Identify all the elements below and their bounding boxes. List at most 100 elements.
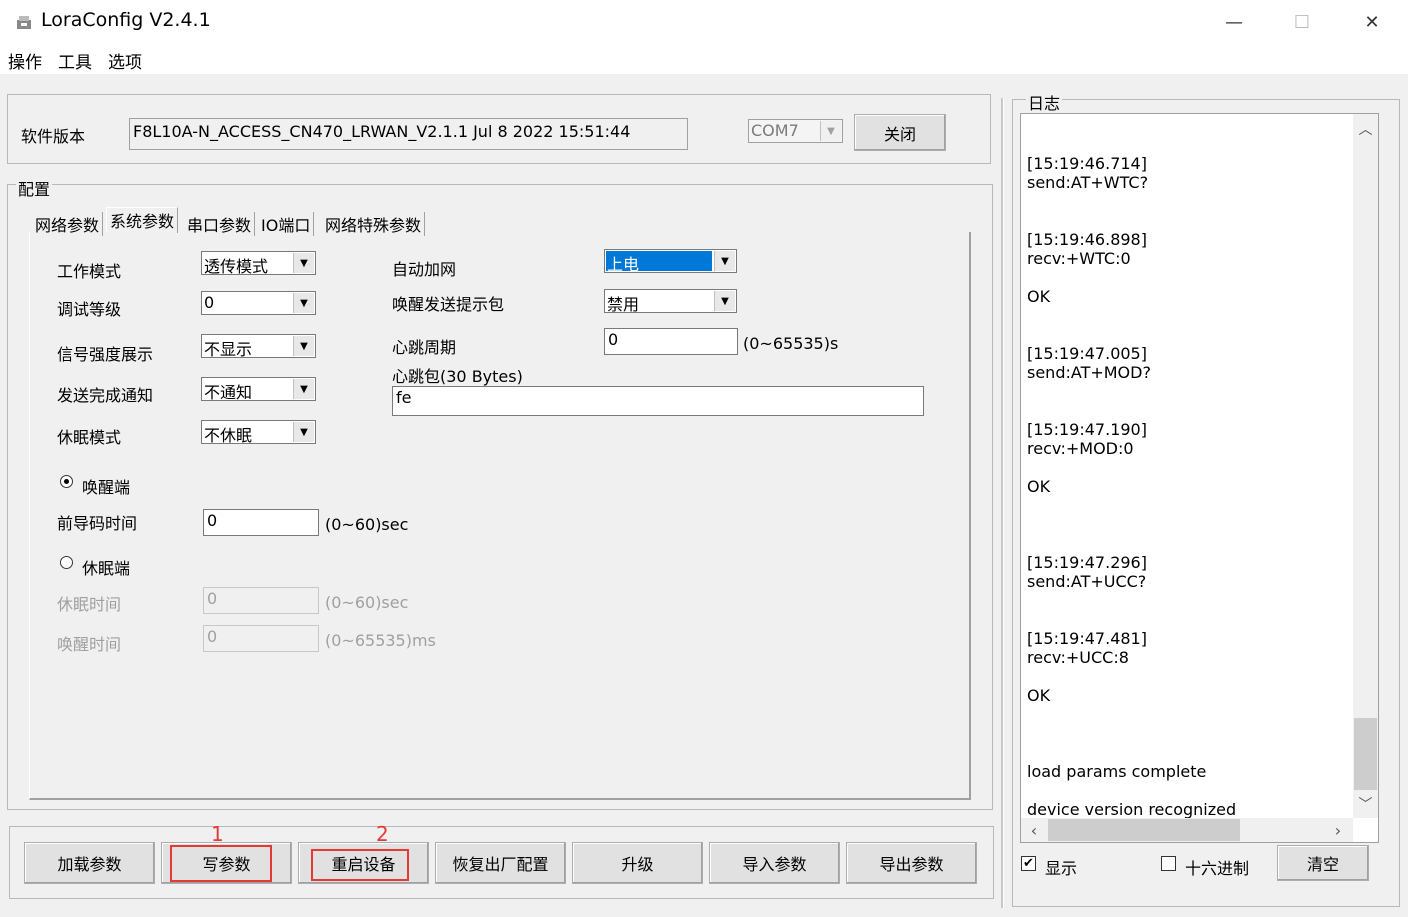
tab-io[interactable]: IO端口 bbox=[258, 212, 315, 236]
heartbeat-packet-input[interactable]: fe bbox=[392, 386, 924, 416]
log-line: OK bbox=[1027, 686, 1051, 705]
export-params-button[interactable]: 导出参数 bbox=[846, 842, 977, 884]
wake-time-input[interactable]: 0 bbox=[203, 625, 319, 652]
port-select[interactable]: COM7 ▼ bbox=[748, 119, 843, 143]
tab-serial[interactable]: 串口参数 bbox=[184, 212, 256, 236]
panel-splitter[interactable] bbox=[1001, 98, 1004, 908]
scroll-right-icon[interactable]: › bbox=[1327, 818, 1349, 842]
chevron-down-icon: ▼ bbox=[293, 336, 314, 356]
tab-network[interactable]: 网络参数 bbox=[32, 212, 104, 236]
log-line: OK bbox=[1027, 477, 1051, 496]
debug-level-label: 调试等级 bbox=[57, 300, 122, 319]
sleep-time-unit: (0~60)sec bbox=[325, 593, 409, 612]
wake-time-unit: (0~65535)ms bbox=[325, 631, 436, 650]
port-value: COM7 bbox=[751, 121, 799, 140]
heartbeat-packet-label: 心跳包(30 Bytes) bbox=[392, 367, 523, 386]
send-notify-value: 不通知 bbox=[204, 383, 253, 402]
auto-join-select[interactable]: 上电 ▼ bbox=[604, 249, 737, 274]
log-line: OK bbox=[1027, 287, 1051, 306]
auto-join-label: 自动加网 bbox=[392, 260, 457, 279]
log-line: recv:+UCC:8 bbox=[1027, 648, 1129, 667]
heartbeat-period-input[interactable]: 0 bbox=[604, 328, 738, 355]
log-line: [15:19:47.296] bbox=[1027, 553, 1147, 572]
preamble-unit: (0~60)sec bbox=[325, 515, 409, 534]
version-label: 软件版本 bbox=[21, 127, 86, 146]
menu-bar bbox=[0, 44, 1408, 74]
chevron-down-icon: ▼ bbox=[293, 293, 314, 313]
minimize-button[interactable]: — bbox=[1211, 0, 1257, 44]
title-bar bbox=[0, 0, 1408, 44]
chevron-down-icon: ▼ bbox=[714, 251, 735, 271]
close-port-button[interactable]: 关闭 bbox=[854, 114, 946, 151]
chevron-down-icon: ▼ bbox=[293, 379, 314, 399]
signal-display-select[interactable]: 不显示 ▼ bbox=[201, 334, 316, 359]
wake-packet-label: 唤醒发送提示包 bbox=[392, 295, 505, 314]
close-icon: ✕ bbox=[1364, 11, 1380, 33]
scroll-left-icon[interactable]: ‹ bbox=[1023, 818, 1045, 842]
menu-tools[interactable]: 工具 bbox=[58, 48, 92, 73]
log-line: [15:19:47.005] bbox=[1027, 344, 1147, 363]
log-line: [15:19:47.481] bbox=[1027, 629, 1147, 648]
sleep-mode-label: 休眠模式 bbox=[57, 428, 122, 447]
preamble-input[interactable]: 0 bbox=[203, 509, 319, 536]
log-vertical-scrollbar[interactable] bbox=[1353, 114, 1378, 818]
wake-packet-select[interactable]: 禁用 ▼ bbox=[604, 289, 737, 314]
chevron-down-icon: ▼ bbox=[820, 121, 841, 141]
log-vertical-thumb[interactable] bbox=[1354, 718, 1377, 790]
work-mode-select[interactable]: 透传模式 ▼ bbox=[201, 251, 316, 276]
menu-options[interactable]: 选项 bbox=[108, 48, 142, 73]
log-horizontal-thumb[interactable] bbox=[1048, 819, 1240, 841]
wake-end-label: 唤醒端 bbox=[82, 478, 131, 497]
scroll-down-icon[interactable]: ﹀ bbox=[1353, 792, 1378, 816]
scroll-up-icon[interactable]: ︿ bbox=[1353, 117, 1378, 141]
sleep-time-label: 休眠时间 bbox=[57, 595, 122, 614]
config-group-label: 配置 bbox=[16, 176, 53, 200]
tab-network-special[interactable]: 网络特殊参数 bbox=[322, 212, 426, 236]
auto-join-value: 上电 bbox=[606, 251, 712, 274]
log-group-label: 日志 bbox=[1026, 90, 1063, 114]
wake-end-radio[interactable] bbox=[60, 475, 73, 488]
factory-reset-button[interactable]: 恢复出厂配置 bbox=[435, 842, 566, 884]
version-field[interactable]: F8L10A-N_ACCESS_CN470_LRWAN_V2.1.1 Jul 8… bbox=[129, 118, 688, 150]
upgrade-button[interactable]: 升级 bbox=[572, 842, 703, 884]
log-line: [15:19:46.898] bbox=[1027, 230, 1147, 249]
maximize-button[interactable]: ☐ bbox=[1279, 0, 1325, 44]
minimize-icon: — bbox=[1225, 11, 1243, 33]
clear-log-button[interactable]: 清空 bbox=[1277, 845, 1369, 881]
import-params-button[interactable]: 导入参数 bbox=[709, 842, 840, 884]
close-window-button[interactable]: ✕ bbox=[1349, 0, 1395, 44]
check-icon: ✔ bbox=[1023, 856, 1034, 871]
load-params-button[interactable]: 加载参数 bbox=[24, 842, 155, 884]
window-title: LoraConfig V2.4.1 bbox=[41, 9, 211, 31]
send-notify-select[interactable]: 不通知 ▼ bbox=[201, 377, 316, 402]
debug-level-value: 0 bbox=[204, 293, 215, 312]
menu-operate[interactable]: 操作 bbox=[8, 48, 42, 73]
sleep-mode-select[interactable]: 不休眠 ▼ bbox=[201, 420, 316, 445]
sleep-time-input[interactable]: 0 bbox=[203, 587, 319, 614]
tab-system[interactable]: 系统参数 bbox=[106, 207, 179, 233]
chevron-down-icon: ▼ bbox=[293, 253, 314, 273]
hex-checkbox[interactable] bbox=[1161, 856, 1176, 871]
heartbeat-period-label: 心跳周期 bbox=[392, 338, 457, 357]
show-checkbox[interactable]: ✔ bbox=[1021, 856, 1036, 871]
preamble-label: 前导码时间 bbox=[57, 514, 138, 533]
chevron-down-icon: ▼ bbox=[714, 291, 735, 311]
sleep-end-radio[interactable] bbox=[60, 556, 73, 569]
log-area[interactable]: [15:19:46.714] send:AT+WTC? [15:19:46.898… bbox=[1020, 113, 1379, 843]
log-line: [15:19:47.190] bbox=[1027, 420, 1147, 439]
show-label: 显示 bbox=[1045, 859, 1078, 878]
debug-level-select[interactable]: 0 ▼ bbox=[201, 291, 316, 315]
work-mode-label: 工作模式 bbox=[57, 262, 122, 281]
